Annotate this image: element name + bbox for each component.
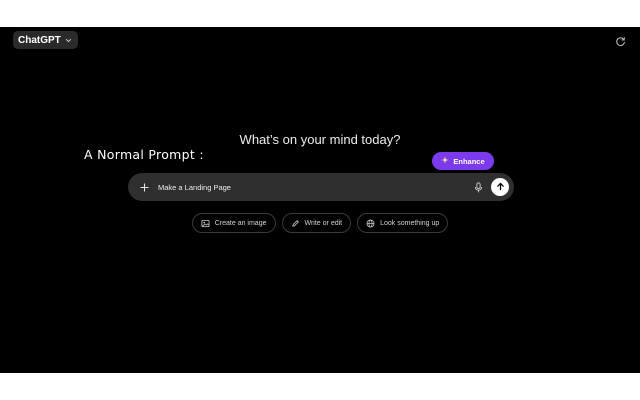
- suggestion-chips: Create an image Write or edit Look somet…: [0, 213, 640, 233]
- globe-icon: [366, 219, 375, 228]
- enhance-button[interactable]: Enhance: [432, 152, 494, 170]
- page-headline: What’s on your mind today?: [239, 132, 401, 147]
- send-button[interactable]: [491, 178, 509, 196]
- image-icon: [201, 219, 210, 228]
- enhance-label: Enhance: [453, 156, 485, 166]
- chip-label: Create an image: [214, 219, 267, 227]
- chip-label: Write or edit: [304, 219, 343, 227]
- plus-icon[interactable]: [136, 179, 152, 195]
- arrow-up-icon: [496, 178, 505, 196]
- prompt-composer: [128, 173, 514, 201]
- refresh-icon[interactable]: [614, 35, 626, 47]
- app-window: ChatGPT What’s on your mind today? A Nor…: [0, 27, 640, 373]
- chevron-down-icon: [65, 37, 72, 44]
- chip-label: Look something up: [380, 219, 440, 227]
- look-up-chip[interactable]: Look something up: [357, 213, 449, 233]
- create-image-chip[interactable]: Create an image: [191, 213, 276, 233]
- sparkle-icon: [441, 156, 449, 166]
- microphone-icon[interactable]: [471, 180, 485, 194]
- prompt-input[interactable]: [158, 182, 471, 192]
- pencil-icon: [291, 219, 300, 228]
- annotation-label: A Normal Prompt :: [84, 147, 204, 162]
- model-picker-button[interactable]: ChatGPT: [13, 31, 78, 49]
- write-edit-chip[interactable]: Write or edit: [281, 213, 352, 233]
- model-picker-label: ChatGPT: [18, 34, 61, 46]
